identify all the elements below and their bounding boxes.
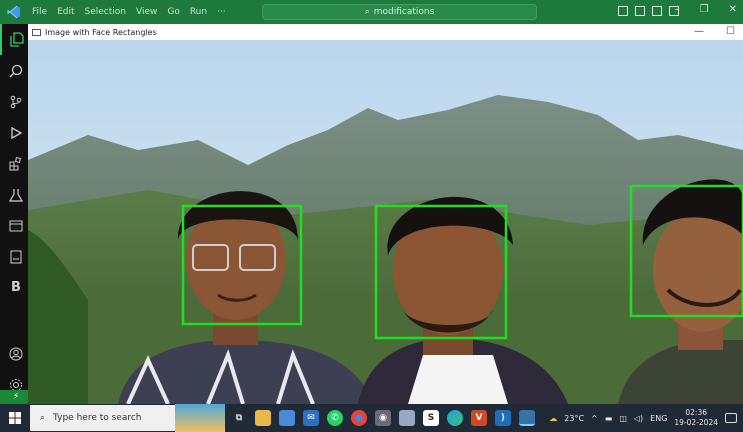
vscode-taskbar-icon[interactable]: ⟩ bbox=[495, 410, 511, 426]
menu-bar: File Edit Selection View Go Run ··· bbox=[32, 7, 226, 17]
command-center-text: modifications bbox=[373, 7, 435, 17]
image-window: Image with Face Rectangles — ☐ bbox=[28, 24, 743, 404]
language-indicator[interactable]: ENG bbox=[650, 414, 667, 423]
system-tray: ☁ 23°C ^ ▬ ◫ ◁) ENG 02:36 19-02-2024 bbox=[549, 404, 743, 432]
windows-start-icon[interactable] bbox=[0, 404, 30, 432]
powerpoint-icon[interactable]: V bbox=[471, 410, 487, 426]
toggle-secondary-sidebar-icon[interactable] bbox=[652, 6, 662, 16]
clock[interactable]: 02:36 19-02-2024 bbox=[674, 408, 718, 428]
notepad-icon[interactable] bbox=[399, 410, 415, 426]
mail-icon[interactable]: ✉ bbox=[303, 410, 319, 426]
clock-time: 02:36 bbox=[685, 408, 708, 417]
windows-taskbar: ⌕ Type here to search ⧉ ✉ ✆ ◉ S V ⟩ ☁ 23… bbox=[0, 404, 743, 432]
menu-go[interactable]: Go bbox=[167, 7, 179, 17]
tray-overflow-icon[interactable]: ^ bbox=[591, 414, 598, 423]
group-photo bbox=[28, 40, 743, 404]
minimize-icon[interactable]: — bbox=[694, 26, 704, 37]
vscode-window-controls: – ❐ ✕ bbox=[675, 4, 737, 15]
network-icon[interactable]: ◫ bbox=[619, 414, 627, 423]
menu-edit[interactable]: Edit bbox=[57, 7, 74, 17]
image-window-titlebar: Image with Face Rectangles bbox=[28, 24, 743, 40]
close-icon[interactable]: ✕ bbox=[729, 4, 737, 15]
taskbar-apps: ⧉ ✉ ✆ ◉ S V ⟩ bbox=[231, 410, 535, 426]
file-explorer-icon[interactable] bbox=[255, 410, 271, 426]
search-highlight-image[interactable] bbox=[175, 404, 225, 432]
image-window-title: Image with Face Rectangles bbox=[45, 27, 157, 37]
weather-icon[interactable]: ☁ bbox=[549, 414, 557, 423]
search-icon: ⌕ bbox=[40, 413, 46, 423]
menu-file[interactable]: File bbox=[32, 7, 47, 17]
desktop-screen: File Edit Selection View Go Run ··· ← → … bbox=[0, 0, 743, 432]
chrome-icon[interactable] bbox=[351, 410, 367, 426]
vscode-logo-icon[interactable] bbox=[0, 0, 28, 24]
taskbar-search-placeholder: Type here to search bbox=[53, 413, 142, 423]
python-icon[interactable] bbox=[519, 410, 535, 426]
weather-temperature[interactable]: 23°C bbox=[564, 414, 584, 423]
command-center-search[interactable]: ⌕ modifications bbox=[262, 4, 537, 20]
vscode-titlebar: File Edit Selection View Go Run ··· ← → … bbox=[0, 0, 743, 24]
image-window-controls: — ☐ bbox=[694, 26, 735, 37]
menu-selection[interactable]: Selection bbox=[85, 7, 126, 17]
task-view-icon[interactable]: ⧉ bbox=[231, 410, 247, 426]
menu-view[interactable]: View bbox=[136, 7, 157, 17]
battery-icon[interactable]: ▬ bbox=[605, 414, 613, 423]
clock-date: 19-02-2024 bbox=[674, 418, 718, 427]
accounts-icon[interactable] bbox=[9, 346, 23, 365]
menu-run[interactable]: Run bbox=[190, 7, 207, 17]
restore-icon[interactable]: ❐ bbox=[700, 4, 709, 15]
window-app-icon bbox=[32, 28, 41, 36]
edge-icon[interactable] bbox=[447, 410, 463, 426]
taskbar-search-box[interactable]: ⌕ Type here to search bbox=[30, 405, 175, 431]
menu-more[interactable]: ··· bbox=[217, 7, 226, 17]
toggle-panel-icon[interactable] bbox=[635, 6, 645, 16]
store-icon[interactable] bbox=[279, 410, 295, 426]
minimize-icon[interactable]: – bbox=[675, 4, 680, 15]
notification-center-icon[interactable] bbox=[725, 413, 737, 423]
whatsapp-icon[interactable]: ✆ bbox=[327, 410, 343, 426]
camera-icon[interactable]: ◉ bbox=[375, 410, 391, 426]
maximize-icon[interactable]: ☐ bbox=[726, 26, 735, 37]
toggle-sidebar-icon[interactable] bbox=[618, 6, 628, 16]
search-icon: ⌕ bbox=[364, 7, 370, 17]
layout-controls bbox=[618, 6, 679, 16]
volume-icon[interactable]: ◁) bbox=[634, 414, 643, 423]
app-s-icon[interactable]: S bbox=[423, 410, 439, 426]
